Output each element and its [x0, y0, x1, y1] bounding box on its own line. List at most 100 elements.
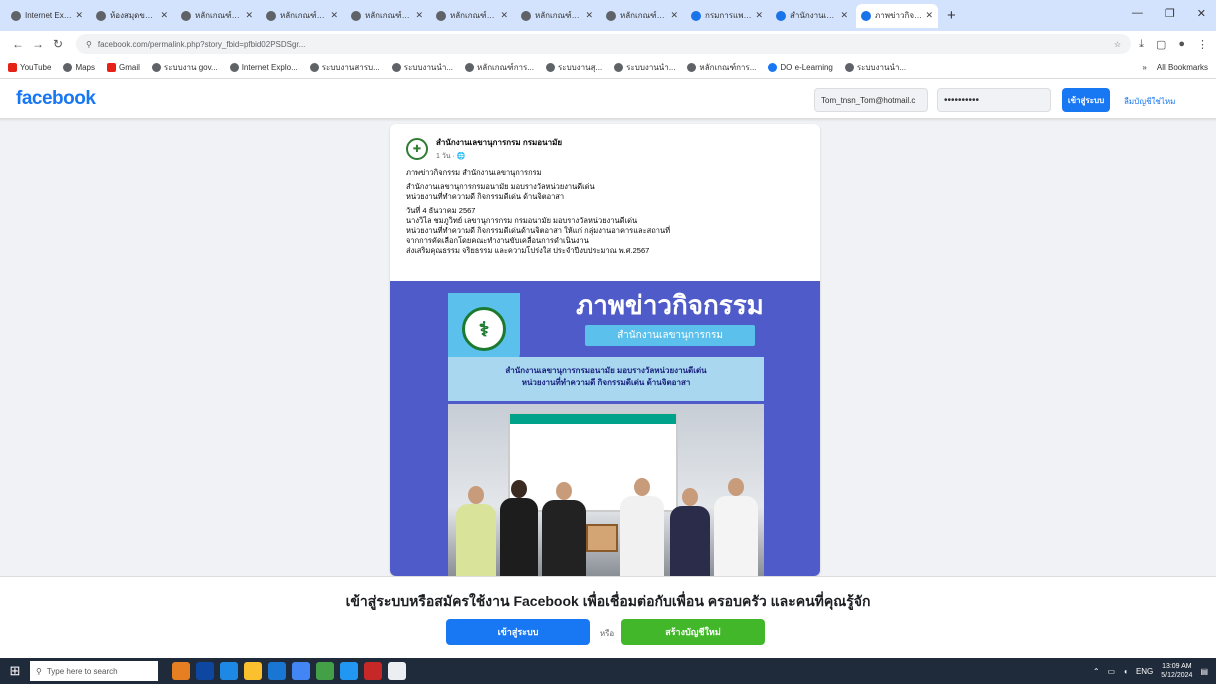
new-tab-button[interactable]: + — [947, 7, 956, 24]
app-icon[interactable] — [364, 662, 382, 680]
post-text: ภาพข่าวกิจกรรม สำนักงานเลขานุการกรม สำนั… — [406, 168, 806, 260]
login-button[interactable]: เข้าสู่ระบบ — [1062, 88, 1110, 112]
url-bar[interactable]: ⚲ facebook.com/permalink.php?story_fbid=… — [76, 34, 1132, 54]
language-indicator[interactable]: ENG — [1136, 667, 1153, 676]
close-tab-icon[interactable]: ✕ — [75, 10, 83, 21]
password-field[interactable] — [937, 88, 1051, 112]
notification-icon[interactable]: ▤ — [1200, 667, 1208, 676]
close-tab-icon[interactable]: ✕ — [755, 10, 763, 21]
task-view-icon[interactable] — [196, 662, 214, 680]
site-info-icon[interactable]: ⚲ — [86, 40, 92, 49]
bookmark-item[interactable]: ระบบงานนำ... — [844, 61, 906, 74]
minimize-icon[interactable]: — — [1132, 7, 1143, 20]
forgot-account-link[interactable]: ลืมบัญชีใช่ไหม — [1124, 95, 1175, 108]
maps-icon — [63, 63, 73, 72]
maximize-icon[interactable]: ❐ — [1165, 7, 1175, 20]
bookmark-star-icon[interactable]: ☆ — [1114, 40, 1121, 49]
network-icon[interactable]: ▭ — [1108, 667, 1116, 676]
chevron-right-icon[interactable]: » — [1142, 63, 1146, 72]
post-image[interactable]: ⚕ ภาพข่าวกิจกรรม สำนักงานเลขานุการกรม สำ… — [390, 281, 820, 576]
browser-tab[interactable]: Internet Explo...✕ — [6, 4, 88, 28]
store-icon[interactable] — [268, 662, 286, 680]
close-tab-icon[interactable]: ✕ — [925, 10, 933, 21]
bookmark-item[interactable]: หลักเกณฑ์การ... — [465, 61, 534, 74]
browser-tab[interactable]: สำนักงานเลข...✕ — [771, 4, 853, 28]
menu-icon[interactable]: ⋮ — [1197, 38, 1208, 51]
windows-start-icon[interactable]: ⊞ — [0, 663, 30, 679]
tab-favicon-icon — [96, 10, 106, 21]
person-figure — [670, 506, 710, 576]
download-icon[interactable]: ⤓ — [1139, 38, 1144, 51]
browser-tab[interactable]: ห้องสมุดของ... ✕ — [91, 4, 173, 28]
close-tab-icon[interactable]: ✕ — [160, 10, 168, 21]
close-tab-icon[interactable]: ✕ — [330, 10, 338, 21]
page-avatar[interactable]: ✚ — [406, 138, 428, 160]
bookmark-item[interactable]: ระบบงานสุ... — [546, 61, 602, 74]
browser-tab[interactable]: หลักเกณฑ์การ...✕ — [176, 4, 258, 28]
browser-tab[interactable]: หลักเกณฑ์การ...✕ — [261, 4, 343, 28]
post-timestamp[interactable]: 1 วัน · 🌐 — [436, 151, 562, 162]
app-icon[interactable] — [316, 662, 334, 680]
chevron-up-icon[interactable]: ⌃ — [1093, 667, 1100, 676]
tab-favicon-icon — [181, 10, 191, 21]
person-figure — [714, 496, 758, 576]
browser-tab-active[interactable]: ภาพข่าวกิจกร...✕ — [856, 3, 938, 28]
close-tab-icon[interactable]: ✕ — [670, 10, 678, 21]
bookmark-item[interactable]: ระบบงาน gov... — [151, 61, 218, 74]
profile-icon[interactable]: ● — [1178, 38, 1185, 51]
browser-tab[interactable]: หลักเกณฑ์การ...✕ — [346, 4, 428, 28]
edge-icon[interactable] — [220, 662, 238, 680]
bookmark-item[interactable]: DO e-Learning — [768, 63, 833, 72]
close-tab-icon[interactable]: ✕ — [500, 10, 508, 21]
email-field[interactable] — [814, 88, 928, 112]
reload-icon[interactable]: ↻ — [48, 37, 68, 51]
tab-title: หลักเกณฑ์การ... — [365, 11, 412, 20]
close-tab-icon[interactable]: ✕ — [585, 10, 593, 21]
browser-tab[interactable]: กรมการแพทย์...✕ — [686, 4, 768, 28]
file-explorer-icon[interactable] — [244, 662, 262, 680]
tab-title: สำนักงานเลข... — [790, 11, 837, 20]
clock[interactable]: 13:09 AM 5/12/2024 — [1161, 662, 1192, 680]
create-account-button[interactable]: สร้างบัญชีใหม่ — [621, 619, 765, 645]
bookmark-item[interactable]: ระบบงานนำ... — [391, 61, 453, 74]
bookmark-item[interactable]: หลักเกณฑ์การ... — [687, 61, 756, 74]
tab-title: Internet Explo... — [25, 11, 72, 20]
tab-favicon-icon — [521, 10, 531, 21]
post-line: สำนักงานเลขานุการกรมอนามัย มอบรางวัลหน่ว… — [406, 182, 595, 201]
close-tab-icon[interactable]: ✕ — [415, 10, 423, 21]
prompt-login-button[interactable]: เข้าสู่ระบบ — [446, 619, 590, 645]
tab-title: หลักเกณฑ์การ... — [450, 11, 497, 20]
widget-icon[interactable] — [172, 662, 190, 680]
close-tab-icon[interactable]: ✕ — [245, 10, 253, 21]
browser-tab[interactable]: หลักเกณฑ์การ...✕ — [601, 4, 683, 28]
taskbar-search[interactable]: ⚲ Type here to search — [30, 661, 158, 681]
bookmark-item[interactable]: ระบบงานสารบ... — [309, 61, 380, 74]
photos-icon[interactable] — [340, 662, 358, 680]
close-tab-icon[interactable]: ✕ — [840, 10, 848, 21]
browser-tab[interactable]: หลักเกณฑ์การ...✕ — [516, 4, 598, 28]
extensions-icon[interactable]: ▢ — [1156, 38, 1166, 51]
globe-icon — [229, 63, 239, 72]
bookmark-item[interactable]: YouTube — [8, 63, 51, 72]
facebook-logo[interactable]: facebook — [16, 88, 96, 110]
banner-subtitle: สำนักงานเลขานุการกรม — [585, 325, 755, 346]
url-text: facebook.com/permalink.php?story_fbid=pf… — [97, 39, 306, 49]
back-icon[interactable]: ← — [8, 37, 28, 51]
bookmark-item[interactable]: Gmail — [107, 63, 140, 72]
address-bar-row: ← → ↻ ⚲ facebook.com/permalink.php?story… — [0, 31, 1216, 57]
chrome-icon[interactable] — [292, 662, 310, 680]
bookmark-item[interactable]: Internet Explo... — [229, 63, 298, 72]
forward-icon[interactable]: → — [28, 37, 48, 51]
browser-tab-bar: Internet Explo...✕ ห้องสมุดของ...✕ หลักเ… — [0, 0, 1216, 31]
close-window-icon[interactable]: ✕ — [1197, 7, 1206, 20]
browser-tab[interactable]: หลักเกณฑ์การ...✕ — [431, 4, 513, 28]
bookmark-item[interactable]: Maps — [63, 63, 95, 72]
youtube-icon — [8, 63, 17, 72]
post-header: ✚ สำนักงานเลขานุการกรม กรมอนามัย 1 วัน ·… — [406, 136, 562, 162]
volume-icon[interactable]: ◖ — [1123, 667, 1128, 676]
search-icon: ⚲ — [36, 666, 42, 676]
bookmark-item[interactable]: ระบบงานนำ... — [614, 61, 675, 74]
all-bookmarks[interactable]: All Bookmarks — [1157, 63, 1208, 72]
page-name[interactable]: สำนักงานเลขานุการกรม กรมอนามัย — [436, 136, 562, 149]
app-icon[interactable] — [388, 662, 406, 680]
